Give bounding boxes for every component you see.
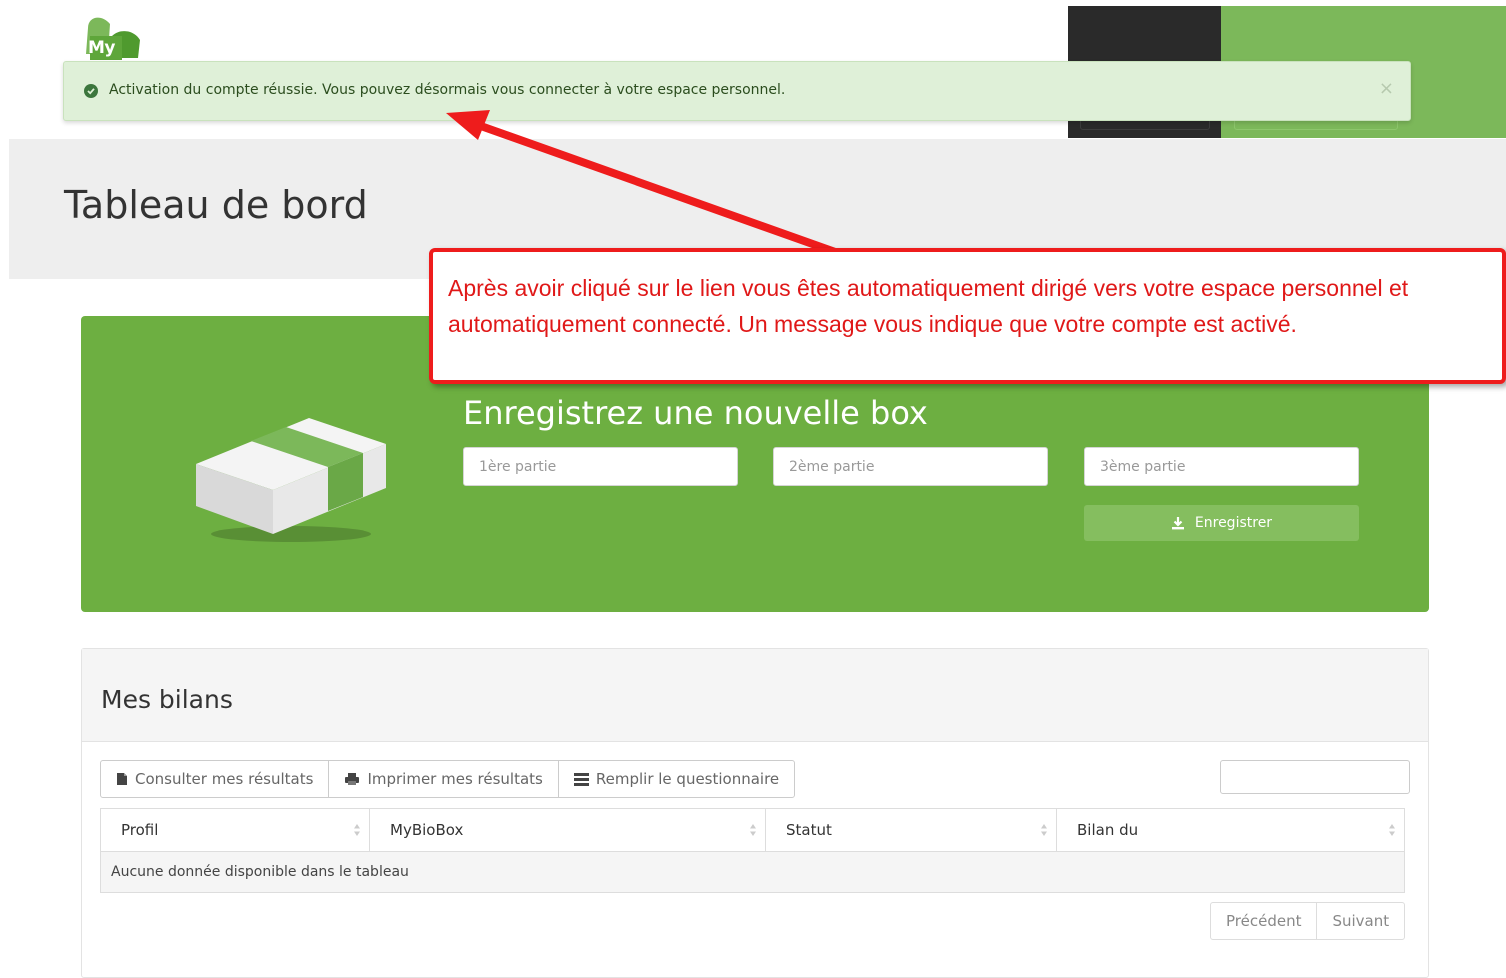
print-icon: [345, 773, 360, 785]
sort-icon: [1389, 824, 1395, 836]
alert-message: Activation du compte réussie. Vous pouve…: [109, 82, 786, 98]
view-results-label: Consulter mes résultats: [135, 770, 314, 788]
empty-table-message: Aucune donnée disponible dans le tableau: [100, 851, 1405, 893]
column-header-statut[interactable]: Statut: [765, 808, 1057, 852]
file-icon: [117, 773, 127, 785]
annotation-callout: Après avoir cliqué sur le lien vous êtes…: [429, 248, 1506, 384]
print-results-label: Imprimer mes résultats: [367, 770, 543, 788]
check-circle-icon: [84, 84, 98, 98]
callout-text: Après avoir cliqué sur le lien vous êtes…: [448, 275, 1409, 337]
register-box-title: Enregistrez une nouvelle box: [463, 394, 928, 432]
code-part-3-input[interactable]: [1084, 447, 1359, 486]
register-button-label: Enregistrer: [1194, 515, 1273, 531]
sort-icon: [354, 824, 360, 836]
pagination: Précédent Suivant: [1210, 902, 1406, 940]
download-icon: [1171, 517, 1184, 530]
reports-panel: Mes bilans Consulter mes résultats Impri…: [81, 648, 1429, 978]
column-header-profil[interactable]: Profil: [100, 808, 370, 852]
list-icon: [573, 772, 589, 786]
logo-text: My: [88, 38, 116, 58]
logo[interactable]: My: [82, 14, 148, 62]
previous-page-button[interactable]: Précédent: [1210, 902, 1318, 940]
column-header-bilan-du[interactable]: Bilan du: [1056, 808, 1405, 852]
reports-title: Mes bilans: [101, 685, 233, 714]
fill-questionnaire-button[interactable]: Remplir le questionnaire: [557, 760, 796, 798]
sort-icon: [1041, 824, 1047, 836]
box-illustration: [196, 418, 386, 542]
table-search-input[interactable]: [1220, 760, 1410, 794]
register-button[interactable]: Enregistrer: [1084, 505, 1359, 541]
next-page-button[interactable]: Suivant: [1316, 902, 1406, 940]
table-row: Aucune donnée disponible dans le tableau: [100, 851, 1405, 893]
code-part-1-input[interactable]: [463, 447, 738, 486]
column-header-mybiobox[interactable]: MyBioBox: [369, 808, 766, 852]
print-results-button[interactable]: Imprimer mes résultats: [328, 760, 559, 798]
fill-questionnaire-label: Remplir le questionnaire: [595, 770, 780, 788]
code-part-2-input[interactable]: [773, 447, 1048, 486]
close-icon[interactable]: ×: [1379, 78, 1394, 99]
page-title: Tableau de bord: [64, 183, 368, 227]
success-alert: Activation du compte réussie. Vous pouve…: [63, 61, 1411, 121]
reports-panel-header: Mes bilans: [82, 649, 1428, 742]
reports-table: Profil MyBioBox Statut Bilan du Aucune d…: [100, 808, 1405, 893]
reports-toolbar: Consulter mes résultats Imprimer mes rés…: [100, 760, 796, 798]
sort-icon: [750, 824, 756, 836]
view-results-button[interactable]: Consulter mes résultats: [100, 760, 330, 798]
